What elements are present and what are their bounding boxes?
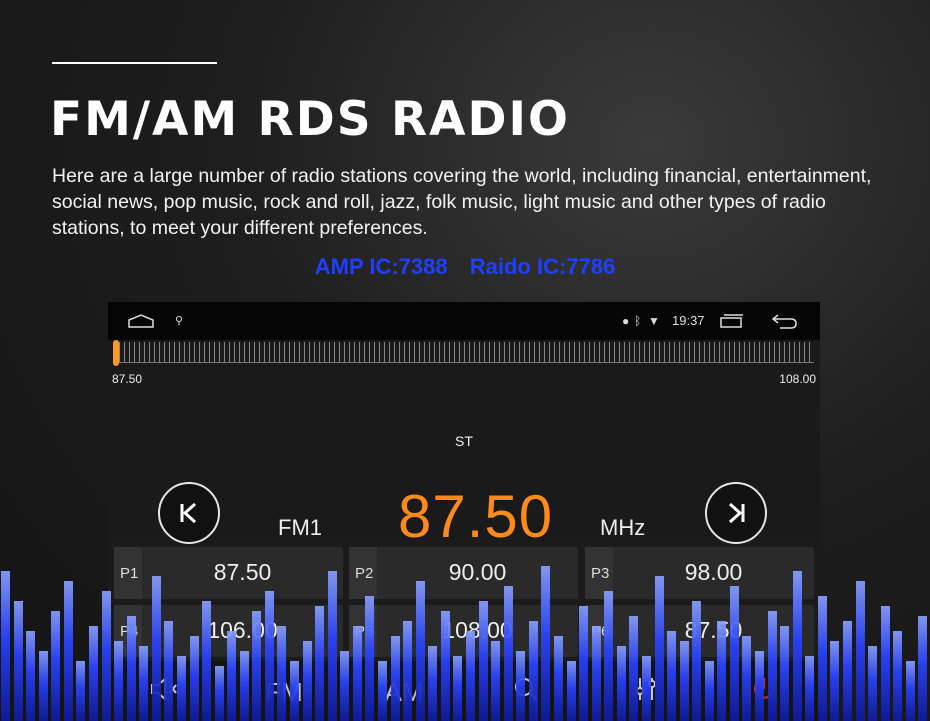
equalizer-icon bbox=[636, 678, 656, 700]
am-band-button[interactable]: AM bbox=[374, 675, 434, 709]
bluetooth-icon: ᛒ bbox=[634, 314, 642, 328]
preset-button-p2[interactable]: P2 90.00 bbox=[349, 547, 578, 599]
equalizer-bar bbox=[881, 606, 890, 721]
page-title: FM/AM RDS RADIO bbox=[50, 92, 570, 147]
amp-ic-label: AMP IC:7388 bbox=[314, 254, 448, 279]
skip-previous-icon bbox=[180, 502, 197, 524]
fm-band-button[interactable]: FM bbox=[254, 675, 314, 709]
preset-frequency: 90.00 bbox=[448, 559, 507, 585]
bottom-toolbar: FM AM bbox=[108, 661, 820, 721]
equalizer-bar bbox=[39, 651, 48, 721]
frequency-scale[interactable] bbox=[114, 342, 814, 362]
power-icon bbox=[753, 678, 775, 699]
preset-label: P3 bbox=[591, 565, 610, 582]
equalizer-bar bbox=[906, 661, 915, 721]
scale-max-label: 108.00 bbox=[779, 372, 816, 386]
stereo-indicator: ST bbox=[455, 433, 473, 449]
recent-apps-icon[interactable] bbox=[718, 302, 744, 340]
seek-prev-button[interactable] bbox=[158, 482, 220, 544]
preset-button-p5[interactable]: P5 108.00 bbox=[349, 605, 578, 657]
preset-frequency: 87.50 bbox=[684, 617, 743, 643]
equalizer-bar bbox=[1, 571, 10, 721]
search-icon bbox=[515, 678, 538, 701]
top-divider bbox=[52, 62, 217, 64]
search-button[interactable] bbox=[496, 675, 556, 709]
preset-button-p3[interactable]: P3 98.00 bbox=[585, 547, 814, 599]
skip-next-icon bbox=[728, 502, 745, 524]
preset-label: P5 bbox=[355, 623, 374, 640]
clock: 19:37 bbox=[672, 313, 705, 328]
equalizer-bar bbox=[843, 621, 852, 721]
equalizer-bar bbox=[14, 601, 23, 721]
preset-frequency: 108.00 bbox=[442, 617, 513, 643]
chip-info: AMP IC:7388 Raido IC:7786 bbox=[0, 254, 930, 280]
power-button[interactable] bbox=[734, 675, 794, 709]
preset-button-p4[interactable]: P4 106.00 bbox=[114, 605, 343, 657]
preset-label: P6 bbox=[591, 623, 610, 640]
usb-icon: ⚲ bbox=[175, 315, 184, 327]
tuning-needle[interactable] bbox=[113, 340, 119, 366]
band-label: FM1 bbox=[278, 515, 322, 540]
equalizer-bar bbox=[830, 641, 839, 721]
equalizer-bar bbox=[76, 661, 85, 721]
location-icon: ● bbox=[622, 314, 630, 328]
scale-min-label: 87.50 bbox=[112, 372, 143, 386]
preset-label: P1 bbox=[120, 565, 139, 582]
equalizer-bar bbox=[893, 631, 902, 721]
current-frequency: 87.50 bbox=[398, 483, 554, 550]
preset-label: P2 bbox=[355, 565, 374, 582]
preset-button-p6[interactable]: P6 87.50 bbox=[585, 605, 814, 657]
radio-screen: ⚲ ● ᛒ ▼ 19:37 87.50 108.00 ST FM1 87.50 … bbox=[108, 302, 820, 721]
scale-baseline bbox=[114, 362, 814, 363]
preset-frequency: 98.00 bbox=[684, 559, 743, 585]
preset-label: P4 bbox=[120, 623, 139, 640]
equalizer-bar bbox=[26, 631, 35, 721]
wifi-icon: ▼ bbox=[648, 314, 660, 328]
equalizer-bar bbox=[856, 581, 865, 721]
home-icon[interactable] bbox=[128, 302, 154, 340]
tuner-panel: 87.50 108.00 ST FM1 87.50 MHz bbox=[108, 340, 820, 550]
description-text: Here are a large number of radio station… bbox=[52, 165, 872, 239]
mute-button[interactable] bbox=[134, 675, 194, 709]
frequency-unit: MHz bbox=[600, 515, 646, 540]
equalizer-bar bbox=[64, 581, 73, 721]
back-icon[interactable] bbox=[771, 302, 798, 340]
seek-next-button[interactable] bbox=[705, 482, 767, 544]
equalizer-bar bbox=[89, 626, 98, 721]
equalizer-button[interactable] bbox=[616, 675, 676, 709]
preset-frequency: 106.00 bbox=[207, 617, 278, 643]
preset-frequency: 87.50 bbox=[213, 559, 272, 585]
preset-button-p1[interactable]: P1 87.50 bbox=[114, 547, 343, 599]
equalizer-bar bbox=[868, 646, 877, 721]
equalizer-bar bbox=[51, 611, 60, 721]
mute-icon bbox=[151, 676, 177, 702]
equalizer-bar bbox=[918, 616, 927, 721]
status-bar: ⚲ ● ᛒ ▼ 19:37 bbox=[108, 302, 820, 340]
radio-ic-label: Raido IC:7786 bbox=[469, 254, 616, 279]
